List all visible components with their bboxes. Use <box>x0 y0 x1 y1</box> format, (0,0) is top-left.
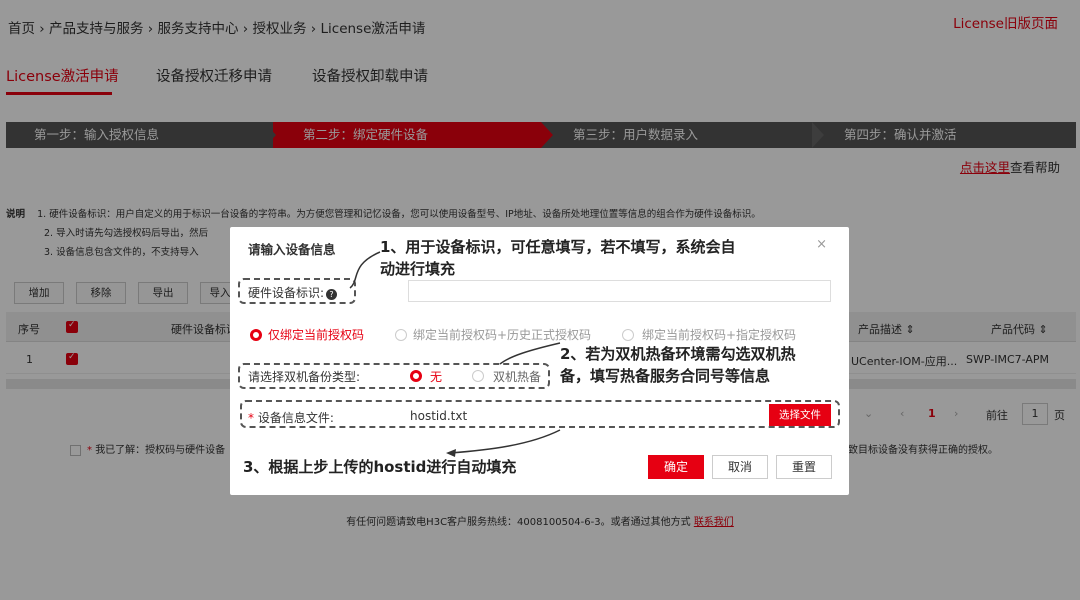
annotation-arrow-3 <box>449 429 561 454</box>
annotation-arrow-1 <box>349 251 381 289</box>
annotation-2-line2: 备，填写热备服务合同号等信息 <box>560 367 771 385</box>
annotation-3: 3、根据上步上传的hostid进行自动填充 <box>243 458 517 476</box>
annotation-arrow-2 <box>499 342 561 365</box>
annotation-1-line2: 动进行填充 <box>380 260 456 278</box>
annotation-2-line1: 2、若为双机热备环境需勾选双机热 <box>560 345 796 363</box>
annotation-1-line1: 1、用于设备标识，可任意填写，若不填写，系统会自 <box>380 238 736 256</box>
